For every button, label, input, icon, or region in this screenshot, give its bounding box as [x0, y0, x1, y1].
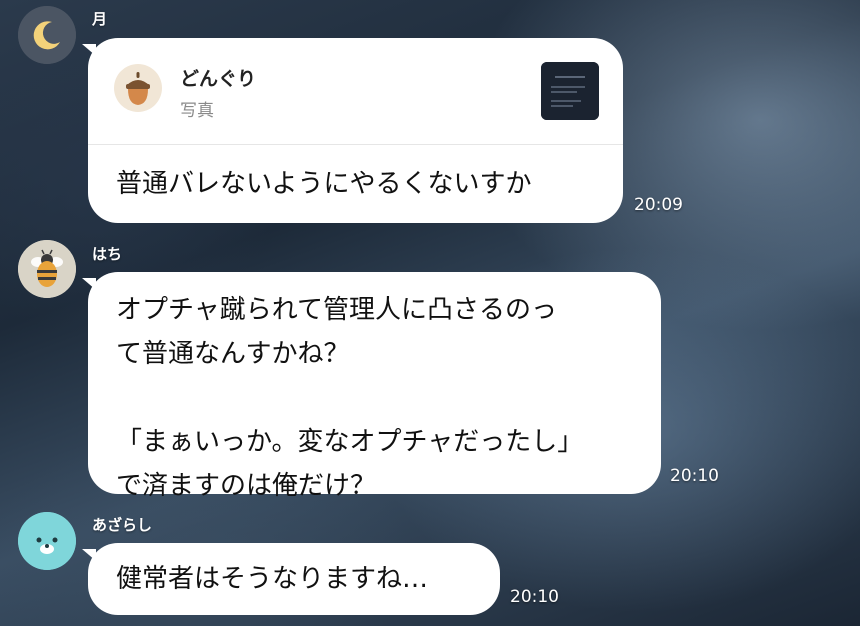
avatar-seal[interactable] [18, 512, 76, 570]
message-bubble[interactable]: オプチャ蹴られて管理人に凸さるのっ て普通なんすかね？ 「まぁいっか。変なオプチ… [88, 272, 661, 501]
message-bubble[interactable]: どんぐり 写真 普通バレないようにやるくないすか [88, 38, 623, 223]
photo-thumbnail[interactable] [541, 62, 599, 120]
reply-avatar [114, 64, 162, 112]
reply-content-type: 写真 [180, 101, 214, 121]
avatar-moon[interactable] [18, 6, 76, 64]
message-text: オプチャ蹴られて管理人に凸さるのっ て普通なんすかね？ 「まぁいっか。変なオプチ… [116, 295, 584, 501]
avatar-bee[interactable] [18, 240, 76, 298]
message-time: 20:10 [670, 466, 719, 486]
reply-sender-name: どんぐり [180, 68, 257, 90]
message-text: 健常者はそうなりますね… [116, 564, 429, 594]
sender-name: はち [92, 245, 123, 263]
acorn-icon [126, 72, 150, 105]
message-bubble[interactable]: 健常者はそうなりますね… [88, 543, 500, 615]
message-time: 20:10 [510, 587, 559, 607]
reply-preview[interactable]: どんぐり 写真 [88, 38, 623, 145]
moon-icon [18, 6, 76, 64]
bee-icon [18, 240, 76, 298]
message-text: 普通バレないようにやるくないすか [116, 169, 532, 199]
message-time: 20:09 [634, 195, 683, 215]
seal-icon [18, 512, 76, 570]
sender-name: あざらし [92, 516, 153, 534]
sender-name: 月 [92, 10, 108, 28]
image-icon [541, 62, 599, 120]
